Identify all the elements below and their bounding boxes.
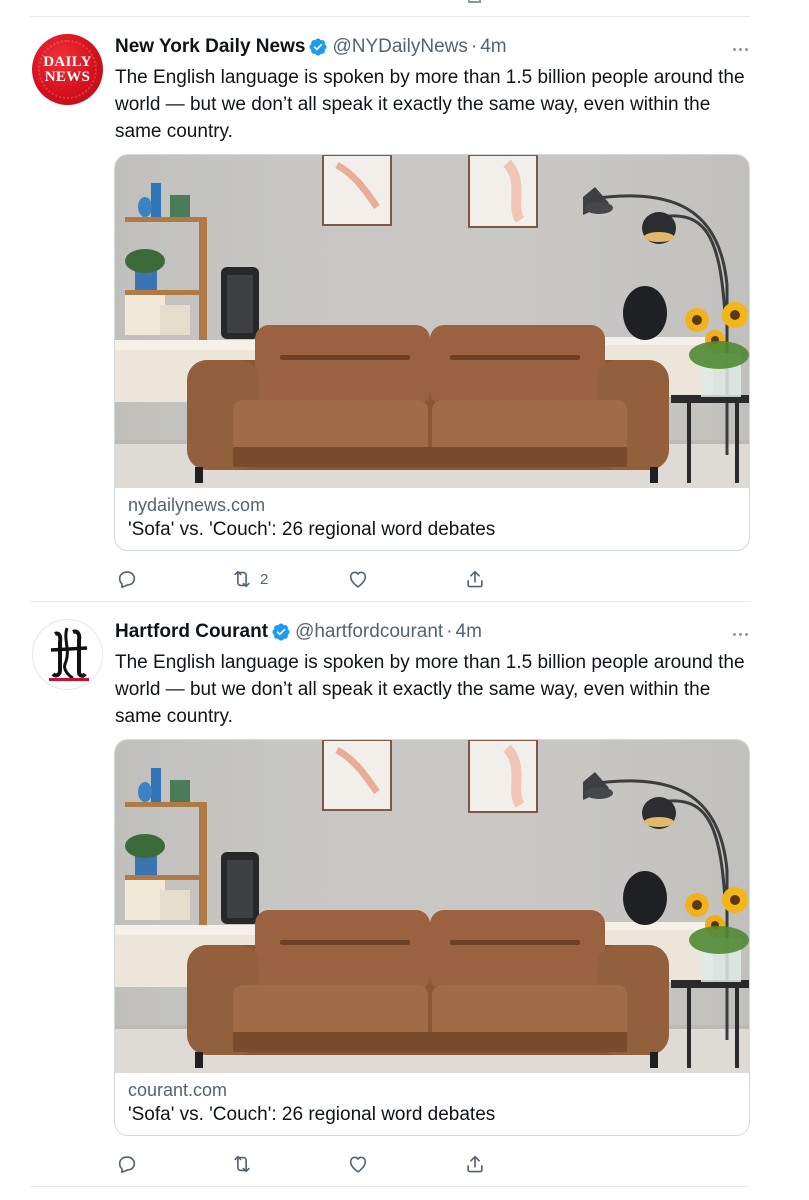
heart-icon [347, 1153, 369, 1175]
author-handle[interactable]: @hartfordcourant [295, 621, 443, 643]
tweet-header: New York Daily News @NYDailyNews · 4m [115, 32, 507, 62]
share-button[interactable] [464, 1149, 486, 1179]
heart-icon [347, 568, 369, 590]
card-image [115, 155, 750, 488]
verified-badge-icon [271, 622, 291, 642]
more-options-icon[interactable] [730, 631, 752, 639]
tweet-divider [30, 1186, 750, 1187]
author-name[interactable]: Hartford Courant [115, 621, 268, 643]
share-icon-fragment [468, 0, 481, 3]
retweet-icon [231, 568, 253, 590]
author-handle[interactable]: @NYDailyNews [332, 36, 467, 58]
retweet-icon [231, 1153, 253, 1175]
hartford-courant-logo [49, 627, 89, 681]
card-domain: courant.com [128, 1080, 228, 1100]
hartfordcourant-avatar[interactable] [32, 619, 103, 690]
separator-dot: · [470, 36, 478, 57]
tweet[interactable]: Hartford Courant @hartfordcourant · 4m T… [0, 603, 809, 1188]
card-domain: nydailynews.com [128, 495, 266, 515]
previous-tweet-actions-fragment [0, 0, 809, 8]
reply-icon [116, 568, 138, 590]
tweet-divider [30, 16, 750, 17]
retweet-count: 2 [260, 570, 269, 588]
like-button[interactable] [347, 1149, 376, 1179]
share-icon [464, 568, 486, 590]
author-name[interactable]: New York Daily News [115, 36, 305, 58]
reply-button[interactable] [116, 1149, 145, 1179]
like-button[interactable] [347, 564, 376, 594]
card-image [115, 740, 750, 1073]
card-title: 'Sofa' vs. 'Couch': 26 regional word deb… [128, 519, 496, 540]
tweet-text: The English language is spoken by more t… [115, 652, 745, 727]
tweet-header: Hartford Courant @hartfordcourant · 4m [115, 617, 482, 647]
share-button[interactable] [464, 564, 486, 594]
retweet-button[interactable]: 2 [231, 564, 268, 594]
share-icon [464, 1153, 486, 1175]
more-options-icon[interactable] [730, 46, 752, 54]
daily-news-logo: DAILY NEWS [43, 54, 92, 85]
tweet[interactable]: DAILY NEWS New York Daily News @NYDailyN… [0, 18, 809, 603]
tweet-text: The English language is spoken by more t… [115, 67, 745, 142]
tweet-actions: 2 [0, 564, 809, 594]
separator-dot: · [446, 621, 453, 642]
verified-badge-icon [308, 37, 328, 57]
timestamp[interactable]: 4m [480, 36, 506, 58]
link-card[interactable]: nydailynews.com 'Sofa' vs. 'Couch': 26 r… [114, 154, 750, 551]
timestamp[interactable]: 4m [456, 621, 482, 643]
tweet-divider [30, 601, 750, 602]
tweet-actions [0, 1149, 809, 1179]
reply-icon [116, 1153, 138, 1175]
card-title: 'Sofa' vs. 'Couch': 26 regional word deb… [128, 1104, 496, 1125]
link-card[interactable]: courant.com 'Sofa' vs. 'Couch': 26 regio… [114, 739, 750, 1136]
reply-button[interactable] [116, 564, 145, 594]
retweet-button[interactable] [231, 1149, 260, 1179]
nydailynews-avatar[interactable]: DAILY NEWS [32, 34, 103, 105]
